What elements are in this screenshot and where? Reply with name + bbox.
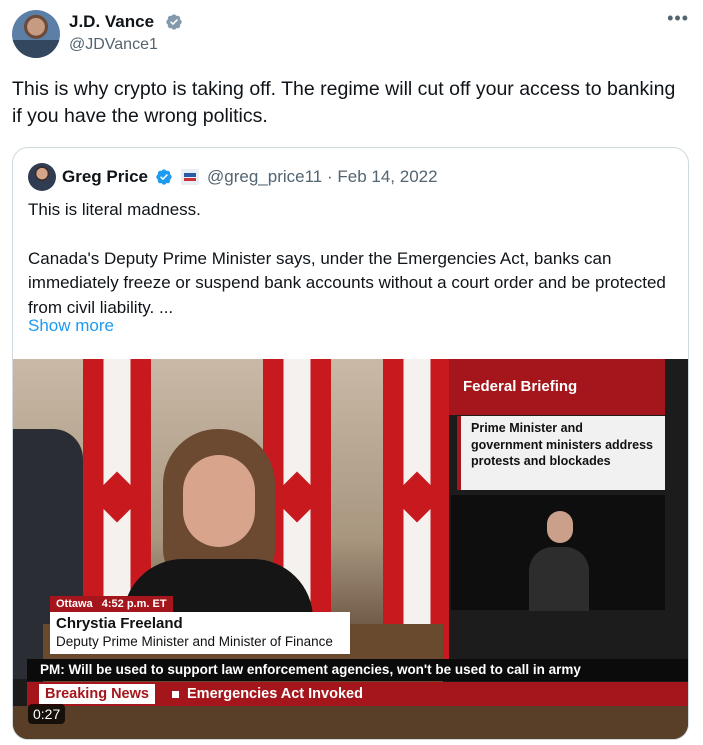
quoted-meta: @greg_price11 · Feb 14, 2022 [207, 167, 438, 187]
chyron-location-time: Ottawa 4:52 p.m. ET [50, 596, 173, 612]
affiliation-badge-icon [181, 169, 199, 185]
panel-text: Prime Minister and government ministers … [457, 416, 665, 490]
panel-title: Federal Briefing [449, 359, 665, 415]
author-name[interactable]: J.D. Vance [69, 12, 154, 32]
show-more-link[interactable]: Show more [28, 316, 114, 336]
more-options-icon[interactable]: ••• [667, 8, 689, 29]
breaking-news-bar: Breaking News Emergencies Act Invoked [27, 682, 688, 706]
meta-separator: · [326, 167, 333, 186]
verified-badge-icon [156, 169, 172, 185]
quoted-tweet-text: This is literal madness. Canada's Deputy… [28, 198, 673, 320]
quoted-author-avatar[interactable] [28, 163, 56, 191]
sign-interpreter-image [451, 495, 665, 611]
name-chyron: Ottawa 4:52 p.m. ET Chrystia Freeland De… [50, 594, 350, 654]
chyron-location: Ottawa [56, 598, 93, 610]
video-duration: 0:27 [28, 704, 66, 724]
tweet-text: This is why crypto is taking off. The re… [12, 78, 676, 127]
breaking-news-label: Breaking News [39, 684, 155, 704]
quoted-author-name[interactable]: Greg Price [62, 167, 148, 187]
podium-lower-image [13, 706, 688, 739]
breaking-news-text: Emergencies Act Invoked [187, 686, 363, 702]
quoted-line-1: This is literal madness. [28, 200, 201, 219]
quoted-author-handle[interactable]: @greg_price11 [207, 167, 322, 186]
news-ticker: PM: Will be used to support law enforcem… [27, 659, 688, 681]
chyron-name: Chrystia Freeland [56, 615, 183, 632]
verified-badge-icon [166, 14, 182, 30]
video-player[interactable]: Federal Briefing Prime Minister and gove… [13, 359, 688, 739]
author-avatar[interactable] [12, 10, 60, 58]
chyron-title: Deputy Prime Minister and Minister of Fi… [56, 634, 333, 649]
chyron-time: 4:52 p.m. ET [101, 598, 167, 610]
separator-square-icon [172, 691, 179, 698]
briefing-panel: Federal Briefing Prime Minister and gove… [449, 359, 688, 659]
quoted-tweet-card[interactable]: Greg Price @greg_price11 · Feb 14, 2022 … [12, 147, 689, 740]
quoted-line-2: Canada's Deputy Prime Minister says, und… [28, 248, 666, 317]
author-handle[interactable]: @JDVance1 [69, 36, 158, 54]
quoted-date[interactable]: Feb 14, 2022 [337, 167, 437, 186]
canada-flag-image [383, 359, 451, 659]
